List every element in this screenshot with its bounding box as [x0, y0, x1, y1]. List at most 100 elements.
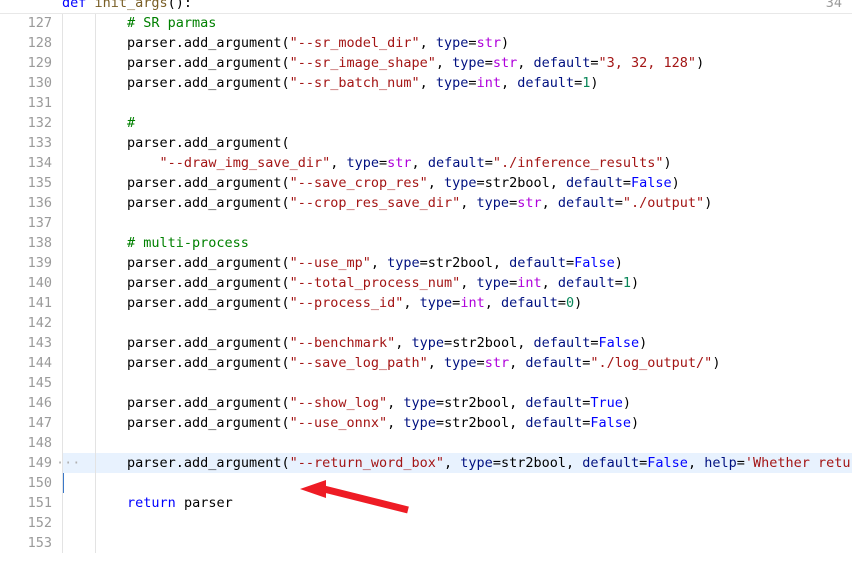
code-token: ,: [541, 275, 558, 291]
code-token: ): [696, 55, 705, 71]
code-token: False: [631, 175, 672, 191]
code-token: =: [468, 75, 477, 91]
code-line[interactable]: parser.add_argument("--sr_batch_num", ty…: [62, 73, 599, 93]
code-token: .add_argument(: [175, 275, 290, 291]
code-token: "--use_mp": [289, 255, 371, 271]
code-line[interactable]: "--draw_img_save_dir", type=str, default…: [62, 153, 672, 173]
code-line[interactable]: # multi-process: [62, 233, 249, 253]
code-token: # SR parmas: [62, 15, 217, 31]
code-token: ): [622, 395, 632, 411]
code-token: default: [500, 295, 558, 311]
code-token: =: [622, 175, 632, 191]
code-token: .add_argument(: [175, 395, 290, 411]
code-token: type: [403, 415, 436, 431]
code-line[interactable]: parser.add_argument("--save_crop_res", t…: [62, 173, 680, 193]
code-token: str2bool: [427, 255, 493, 271]
line-number: 139: [27, 255, 52, 271]
code-token: "--return_word_box": [289, 455, 445, 471]
line-number: 153: [27, 535, 52, 551]
code-token: ,: [500, 75, 518, 91]
code-token: ): [574, 295, 583, 311]
code-token: .add_argument(: [175, 455, 290, 471]
code-line[interactable]: return parser: [62, 493, 233, 513]
code-token: ): [704, 195, 713, 211]
code-line[interactable]: parser.add_argument("--total_process_num…: [62, 273, 639, 293]
line-number: 143: [27, 335, 52, 351]
code-token: default: [525, 395, 583, 411]
code-token: ,: [687, 455, 705, 471]
code-token: type: [444, 355, 477, 371]
code-token: type: [346, 155, 380, 171]
code-fold-indicator[interactable]: ···: [56, 453, 80, 473]
code-content[interactable]: # SR parmas parser.add_argument("--sr_mo…: [62, 0, 852, 561]
line-number: 142: [27, 315, 52, 331]
code-token: return: [127, 495, 176, 511]
code-token: str2bool: [484, 175, 550, 191]
code-token: =: [476, 355, 485, 371]
code-token: type: [444, 175, 477, 191]
code-token: default: [509, 255, 566, 271]
code-token: =: [492, 455, 501, 471]
code-token: True: [590, 395, 623, 411]
code-token: int: [476, 75, 501, 91]
code-editor[interactable]: 34 def init_args(): 12612712812913013113…: [0, 0, 852, 561]
code-token: parser: [62, 135, 176, 151]
code-token: parser: [62, 35, 176, 51]
code-line[interactable]: parser.add_argument("--process_id", type…: [62, 293, 582, 313]
code-token: type: [476, 275, 510, 291]
line-number: 152: [27, 515, 52, 531]
code-line[interactable]: parser.add_argument("--save_log_path", t…: [62, 353, 720, 373]
code-line[interactable]: parser.add_argument("--use_onnx", type=s…: [62, 413, 639, 433]
code-token: ,: [403, 295, 420, 311]
code-line[interactable]: parser.add_argument("--crop_res_save_dir…: [62, 193, 712, 213]
code-token: ): [614, 255, 623, 271]
code-token: =: [468, 35, 477, 51]
code-line[interactable]: parser.add_argument("--show_log", type=s…: [62, 393, 631, 413]
code-line[interactable]: parser.add_argument("--use_mp", type=str…: [62, 253, 623, 273]
code-token: .add_argument(: [175, 55, 290, 71]
code-token: "--save_crop_res": [289, 175, 428, 191]
code-token: False: [647, 455, 688, 471]
code-token: parser: [62, 415, 176, 431]
code-token: str: [484, 355, 510, 371]
code-token: .add_argument(: [175, 195, 290, 211]
code-token: default: [557, 275, 615, 291]
line-number: 145: [27, 375, 52, 391]
code-line[interactable]: parser.add_argument("--benchmark", type=…: [62, 333, 647, 353]
line-number: 151: [27, 495, 52, 511]
code-token: ,: [517, 55, 534, 71]
code-token: ): [639, 335, 648, 351]
code-line[interactable]: parser.add_argument("--sr_image_shape", …: [62, 53, 704, 73]
code-line[interactable]: parser.add_argument(: [62, 133, 290, 153]
line-number: 127: [27, 15, 52, 31]
code-token: "--show_log": [289, 395, 388, 411]
code-token: =: [736, 455, 745, 471]
code-token: default: [533, 335, 591, 351]
code-token: .add_argument(: [175, 295, 290, 311]
code-token: str2bool: [444, 395, 510, 411]
line-number: 128: [27, 35, 52, 51]
code-token: .add_argument(: [175, 75, 290, 91]
code-token: .add_argument(: [175, 335, 290, 351]
code-token: =: [509, 195, 518, 211]
code-line[interactable]: parser.add_argument("--return_word_box",…: [62, 453, 852, 473]
code-line[interactable]: # SR parmas: [62, 13, 216, 33]
code-token: ,: [541, 195, 558, 211]
code-token: ,: [419, 35, 436, 51]
code-line[interactable]: #: [62, 113, 135, 133]
code-token: str2bool: [500, 455, 566, 471]
code-token: default: [557, 195, 615, 211]
code-line[interactable]: parser.add_argument("--sr_model_dir", ty…: [62, 33, 509, 53]
line-number: 148: [27, 435, 52, 451]
code-token: ,: [484, 295, 501, 311]
code-token: "./output": [622, 195, 705, 211]
code-token: .add_argument(: [175, 415, 290, 431]
code-token: type: [460, 455, 493, 471]
code-token: int: [460, 295, 485, 311]
code-token: ): [631, 415, 640, 431]
line-number: 134: [27, 155, 52, 171]
code-token: ,: [509, 355, 526, 371]
code-token: False: [590, 415, 632, 431]
code-token: def: [62, 0, 95, 11]
